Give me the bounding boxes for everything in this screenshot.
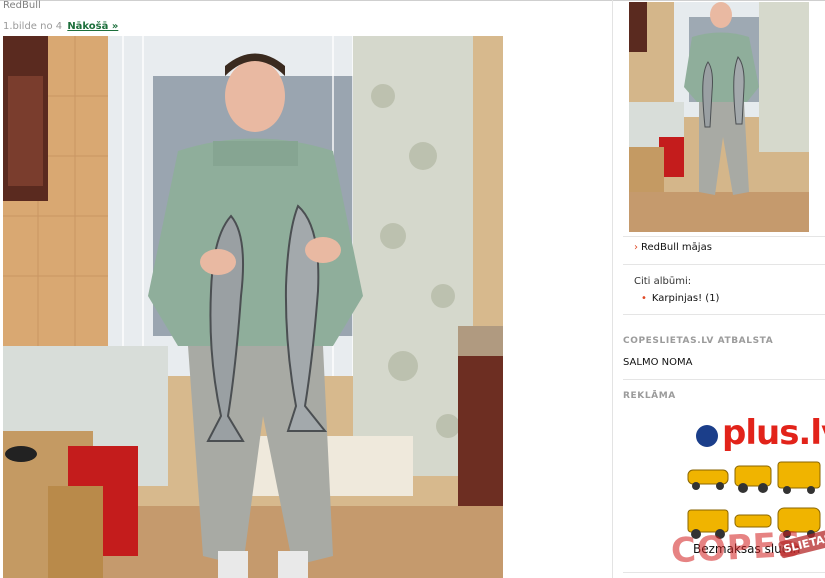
album-title: RedBull: [3, 0, 41, 11]
sidebar-separator: [623, 314, 825, 315]
image-navigation: 1.bilde no 4 Nākošā »: [3, 21, 118, 32]
sidebar-separator: [623, 264, 825, 265]
support-heading: COPESLIETAS.LV ATBALSTA: [623, 336, 774, 346]
other-albums-title: Citi albūmi:: [634, 276, 692, 287]
other-album-item[interactable]: • Karpinjas! (1): [641, 293, 719, 304]
sidebar: › RedBull mājas Citi albūmi: • Karpinjas! …: [623, 0, 825, 578]
sidebar-separator: [623, 379, 825, 380]
ad-logo-icon: [696, 425, 718, 447]
album-thumbnail[interactable]: [629, 2, 809, 232]
ad-logo-text: plus.lv: [722, 413, 825, 453]
album-link-label[interactable]: RedBull mājas: [641, 242, 712, 253]
bullet-icon: •: [641, 293, 647, 304]
main-photo[interactable]: [3, 36, 503, 578]
next-image-link[interactable]: Nākošā »: [67, 21, 118, 32]
column-divider: [612, 0, 613, 578]
sidebar-separator: [623, 236, 825, 237]
album-link[interactable]: › RedBull mājas: [634, 242, 712, 253]
sidebar-separator: [623, 572, 825, 573]
other-album-label[interactable]: Karpinjas! (1): [652, 293, 720, 304]
thumbnail-illustration: [629, 2, 809, 232]
ad-heading: REKLĀMA: [623, 391, 676, 401]
photo-illustration: [3, 36, 503, 578]
support-link[interactable]: SALMO NOMA: [623, 357, 692, 368]
chevron-right-icon: ›: [634, 242, 638, 253]
image-counter: 1.bilde no 4: [3, 21, 63, 32]
